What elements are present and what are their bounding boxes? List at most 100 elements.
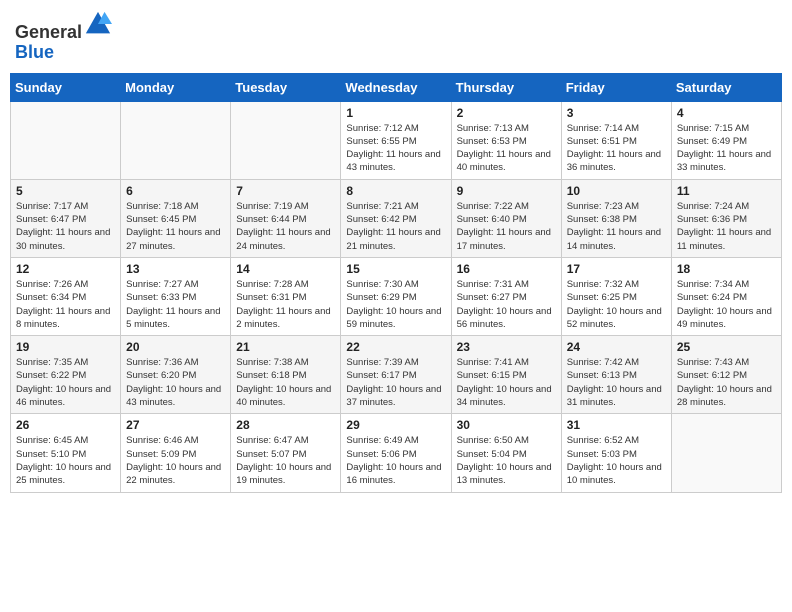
day-number: 6 (126, 184, 225, 198)
day-number: 5 (16, 184, 115, 198)
calendar-cell: 11 Sunrise: 7:24 AM Sunset: 6:36 PM Dayli… (671, 179, 781, 257)
day-number: 10 (567, 184, 666, 198)
day-number: 4 (677, 106, 776, 120)
calendar-header-row: SundayMondayTuesdayWednesdayThursdayFrid… (11, 73, 782, 101)
day-number: 15 (346, 262, 445, 276)
calendar-cell: 4 Sunrise: 7:15 AM Sunset: 6:49 PM Daylig… (671, 101, 781, 179)
day-info: Sunrise: 7:24 AM Sunset: 6:36 PM Dayligh… (677, 200, 776, 253)
day-info: Sunrise: 7:34 AM Sunset: 6:24 PM Dayligh… (677, 278, 776, 331)
day-info: Sunrise: 6:45 AM Sunset: 5:10 PM Dayligh… (16, 434, 115, 487)
calendar-table: SundayMondayTuesdayWednesdayThursdayFrid… (10, 73, 782, 493)
day-info: Sunrise: 6:50 AM Sunset: 5:04 PM Dayligh… (457, 434, 556, 487)
calendar-cell: 31 Sunrise: 6:52 AM Sunset: 5:03 PM Dayli… (561, 414, 671, 492)
calendar-cell: 23 Sunrise: 7:41 AM Sunset: 6:15 PM Dayli… (451, 336, 561, 414)
day-info: Sunrise: 7:31 AM Sunset: 6:27 PM Dayligh… (457, 278, 556, 331)
day-number: 14 (236, 262, 335, 276)
day-number: 22 (346, 340, 445, 354)
day-number: 29 (346, 418, 445, 432)
calendar-cell: 22Sunrise: 7:39 AM Sunset: 6:17 PM Dayli… (341, 336, 451, 414)
calendar-cell: 29 Sunrise: 6:49 AM Sunset: 5:06 PM Dayli… (341, 414, 451, 492)
day-info: Sunrise: 7:27 AM Sunset: 6:33 PM Dayligh… (126, 278, 225, 331)
day-info: Sunrise: 7:35 AM Sunset: 6:22 PM Dayligh… (16, 356, 115, 409)
calendar-cell: 27Sunrise: 6:46 AM Sunset: 5:09 PM Dayli… (121, 414, 231, 492)
calendar-cell (671, 414, 781, 492)
day-number: 9 (457, 184, 556, 198)
col-header-sunday: Sunday (11, 73, 121, 101)
day-number: 31 (567, 418, 666, 432)
day-info: Sunrise: 7:41 AM Sunset: 6:15 PM Dayligh… (457, 356, 556, 409)
day-number: 25 (677, 340, 776, 354)
day-info: Sunrise: 7:38 AM Sunset: 6:18 PM Dayligh… (236, 356, 335, 409)
day-number: 3 (567, 106, 666, 120)
day-info: Sunrise: 7:12 AM Sunset: 6:55 PM Dayligh… (346, 122, 445, 175)
day-info: Sunrise: 7:22 AM Sunset: 6:40 PM Dayligh… (457, 200, 556, 253)
calendar-cell: 20 Sunrise: 7:36 AM Sunset: 6:20 PM Dayli… (121, 336, 231, 414)
col-header-thursday: Thursday (451, 73, 561, 101)
calendar-cell: 8Sunrise: 7:21 AM Sunset: 6:42 PM Daylig… (341, 179, 451, 257)
calendar-cell: 19Sunrise: 7:35 AM Sunset: 6:22 PM Dayli… (11, 336, 121, 414)
col-header-friday: Friday (561, 73, 671, 101)
logo-blue-text: Blue (15, 42, 54, 62)
day-info: Sunrise: 6:49 AM Sunset: 5:06 PM Dayligh… (346, 434, 445, 487)
day-info: Sunrise: 6:47 AM Sunset: 5:07 PM Dayligh… (236, 434, 335, 487)
calendar-cell: 3 Sunrise: 7:14 AM Sunset: 6:51 PM Daylig… (561, 101, 671, 179)
day-number: 2 (457, 106, 556, 120)
col-header-monday: Monday (121, 73, 231, 101)
calendar-cell (11, 101, 121, 179)
calendar-cell (121, 101, 231, 179)
calendar-week-row: 26 Sunrise: 6:45 AM Sunset: 5:10 PM Dayli… (11, 414, 782, 492)
calendar-cell: 17 Sunrise: 7:32 AM Sunset: 6:25 PM Dayli… (561, 257, 671, 335)
day-number: 23 (457, 340, 556, 354)
calendar-cell: 12 Sunrise: 7:26 AM Sunset: 6:34 PM Dayli… (11, 257, 121, 335)
calendar-week-row: 1 Sunrise: 7:12 AM Sunset: 6:55 PM Daylig… (11, 101, 782, 179)
day-number: 11 (677, 184, 776, 198)
day-info: Sunrise: 7:13 AM Sunset: 6:53 PM Dayligh… (457, 122, 556, 175)
day-number: 12 (16, 262, 115, 276)
calendar-week-row: 12 Sunrise: 7:26 AM Sunset: 6:34 PM Dayli… (11, 257, 782, 335)
day-info: Sunrise: 7:23 AM Sunset: 6:38 PM Dayligh… (567, 200, 666, 253)
calendar-cell: 15 Sunrise: 7:30 AM Sunset: 6:29 PM Dayli… (341, 257, 451, 335)
calendar-week-row: 19Sunrise: 7:35 AM Sunset: 6:22 PM Dayli… (11, 336, 782, 414)
calendar-cell: 13Sunrise: 7:27 AM Sunset: 6:33 PM Dayli… (121, 257, 231, 335)
day-info: Sunrise: 7:30 AM Sunset: 6:29 PM Dayligh… (346, 278, 445, 331)
day-number: 7 (236, 184, 335, 198)
day-info: Sunrise: 7:15 AM Sunset: 6:49 PM Dayligh… (677, 122, 776, 175)
day-number: 16 (457, 262, 556, 276)
day-number: 30 (457, 418, 556, 432)
calendar-cell: 6 Sunrise: 7:18 AM Sunset: 6:45 PM Daylig… (121, 179, 231, 257)
day-info: Sunrise: 7:32 AM Sunset: 6:25 PM Dayligh… (567, 278, 666, 331)
day-number: 28 (236, 418, 335, 432)
day-info: Sunrise: 7:14 AM Sunset: 6:51 PM Dayligh… (567, 122, 666, 175)
day-info: Sunrise: 7:26 AM Sunset: 6:34 PM Dayligh… (16, 278, 115, 331)
day-number: 24 (567, 340, 666, 354)
day-info: Sunrise: 6:52 AM Sunset: 5:03 PM Dayligh… (567, 434, 666, 487)
calendar-cell: 24 Sunrise: 7:42 AM Sunset: 6:13 PM Dayli… (561, 336, 671, 414)
calendar-cell: 2 Sunrise: 7:13 AM Sunset: 6:53 PM Daylig… (451, 101, 561, 179)
day-info: Sunrise: 7:18 AM Sunset: 6:45 PM Dayligh… (126, 200, 225, 253)
day-number: 20 (126, 340, 225, 354)
day-info: Sunrise: 7:43 AM Sunset: 6:12 PM Dayligh… (677, 356, 776, 409)
calendar-cell: 25 Sunrise: 7:43 AM Sunset: 6:12 PM Dayli… (671, 336, 781, 414)
calendar-cell: 28 Sunrise: 6:47 AM Sunset: 5:07 PM Dayli… (231, 414, 341, 492)
calendar-cell (231, 101, 341, 179)
day-info: Sunrise: 7:42 AM Sunset: 6:13 PM Dayligh… (567, 356, 666, 409)
day-info: Sunrise: 7:21 AM Sunset: 6:42 PM Dayligh… (346, 200, 445, 253)
calendar-cell: 30 Sunrise: 6:50 AM Sunset: 5:04 PM Dayli… (451, 414, 561, 492)
calendar-cell: 14 Sunrise: 7:28 AM Sunset: 6:31 PM Dayli… (231, 257, 341, 335)
day-number: 21 (236, 340, 335, 354)
col-header-saturday: Saturday (671, 73, 781, 101)
day-number: 18 (677, 262, 776, 276)
calendar-cell: 26 Sunrise: 6:45 AM Sunset: 5:10 PM Dayli… (11, 414, 121, 492)
day-number: 17 (567, 262, 666, 276)
day-number: 26 (16, 418, 115, 432)
calendar-cell: 1 Sunrise: 7:12 AM Sunset: 6:55 PM Daylig… (341, 101, 451, 179)
calendar-cell: 5Sunrise: 7:17 AM Sunset: 6:47 PM Daylig… (11, 179, 121, 257)
logo: General Blue (15, 10, 112, 63)
day-number: 1 (346, 106, 445, 120)
day-info: Sunrise: 7:19 AM Sunset: 6:44 PM Dayligh… (236, 200, 335, 253)
day-info: Sunrise: 7:28 AM Sunset: 6:31 PM Dayligh… (236, 278, 335, 331)
logo-general-text: General (15, 22, 82, 42)
col-header-tuesday: Tuesday (231, 73, 341, 101)
day-info: Sunrise: 6:46 AM Sunset: 5:09 PM Dayligh… (126, 434, 225, 487)
day-info: Sunrise: 7:36 AM Sunset: 6:20 PM Dayligh… (126, 356, 225, 409)
